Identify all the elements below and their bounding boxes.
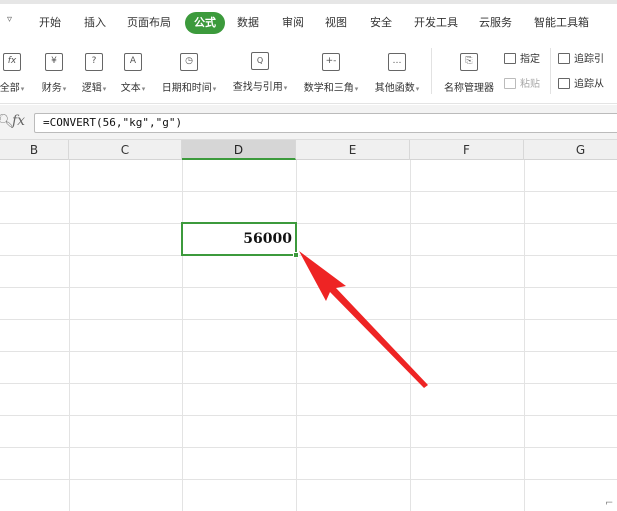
ribbon-math-trig[interactable]: +- 数学和三角▾ bbox=[299, 48, 363, 94]
ribbon-trace-precedents-label: 追踪引 bbox=[574, 54, 604, 65]
ribbon-all-label: 全部 bbox=[0, 83, 20, 94]
cell-value: 56000 bbox=[243, 231, 292, 247]
ribbon-trace-precedents-button[interactable]: 追踪引 bbox=[558, 50, 604, 65]
ribbon-lookup-reference[interactable]: Q 查找与引用▾ bbox=[228, 48, 292, 93]
ribbon-paste-button[interactable]: 粘贴 bbox=[504, 75, 540, 90]
ribbon-text[interactable]: A 文本▾ bbox=[115, 48, 151, 94]
column-header-e[interactable]: E bbox=[296, 140, 410, 160]
cell-grid[interactable]: 56000 bbox=[0, 160, 617, 511]
ribbon-date-time-label: 日期和时间 bbox=[161, 83, 212, 94]
ribbon-financial[interactable]: ¥ 财务▾ bbox=[36, 48, 72, 94]
ribbon-text-label: 文本 bbox=[120, 83, 141, 94]
grid-line bbox=[0, 351, 617, 352]
grid-line bbox=[0, 447, 617, 448]
magnifier-icon: Q bbox=[251, 52, 269, 70]
menu-tab-page-layout[interactable]: 页面布局 bbox=[127, 12, 171, 34]
name-manager-icon: ⎘ bbox=[460, 53, 478, 71]
fx-icon: fx bbox=[3, 53, 21, 71]
ribbon-specify-button[interactable]: 指定 bbox=[504, 50, 540, 65]
menu-tab-security[interactable]: 安全 bbox=[370, 12, 392, 34]
spreadsheet-window: ▿ 开始 插入 页面布局 公式 数据 审阅 视图 安全 开发工具 云服务 智能工… bbox=[0, 0, 617, 511]
resize-corner-icon: ⌐ bbox=[605, 498, 614, 509]
ribbon-financial-label: 财务 bbox=[41, 83, 62, 94]
table-icon bbox=[504, 53, 516, 64]
trace-precedents-icon bbox=[558, 53, 570, 64]
yen-icon: ¥ bbox=[45, 53, 63, 71]
grid-line bbox=[296, 160, 297, 511]
menu-tab-cloud[interactable]: 云服务 bbox=[479, 12, 512, 34]
grid-line bbox=[0, 479, 617, 480]
window-top-strip bbox=[0, 0, 617, 4]
column-headers: B C D E F G bbox=[0, 140, 617, 160]
menu-tab-developer[interactable]: 开发工具 bbox=[414, 12, 458, 34]
ribbon-name-manager[interactable]: ⎘ 名称管理器 bbox=[440, 48, 498, 94]
text-a-icon: A bbox=[124, 53, 142, 71]
ribbon-specify-label: 指定 bbox=[520, 54, 540, 65]
active-cell-d[interactable]: 56000 bbox=[181, 222, 297, 256]
trace-dependents-icon bbox=[558, 78, 570, 89]
fx-icon[interactable]: fx bbox=[12, 113, 25, 129]
ribbon-math-label: 数学和三角 bbox=[303, 83, 354, 94]
menu-tab-smart-toolbox[interactable]: 智能工具箱 bbox=[534, 12, 589, 34]
ribbon-trace-dependents-button[interactable]: 追踪从 bbox=[558, 75, 604, 90]
ribbon-logical-label: 逻辑 bbox=[81, 83, 102, 94]
ribbon-more-label: 其他函数 bbox=[374, 83, 415, 94]
menu-tab-home[interactable]: 开始 bbox=[39, 12, 61, 34]
ribbon-separator bbox=[550, 48, 551, 94]
grid-line bbox=[0, 223, 617, 224]
grid-line bbox=[182, 160, 183, 511]
grid-line bbox=[410, 160, 411, 511]
ribbon-logical[interactable]: ? 逻辑▾ bbox=[76, 48, 112, 94]
formula-bar: 🔍︎ fx =CONVERT(56,"kg","g") bbox=[0, 105, 617, 140]
ribbon-separator bbox=[431, 48, 432, 94]
question-icon: ? bbox=[85, 53, 103, 71]
menu-tab-view[interactable]: 视图 bbox=[325, 12, 347, 34]
column-header-b[interactable]: B bbox=[0, 140, 69, 160]
menu-tab-formulas[interactable]: 公式 bbox=[185, 12, 225, 34]
grid-line bbox=[0, 191, 617, 192]
grid-line bbox=[0, 383, 617, 384]
grid-line bbox=[0, 415, 617, 416]
column-header-f[interactable]: F bbox=[410, 140, 524, 160]
column-header-d[interactable]: D bbox=[182, 140, 296, 160]
plus-minus-icon: +- bbox=[322, 53, 340, 71]
grid-line bbox=[69, 160, 70, 511]
fill-handle[interactable] bbox=[293, 252, 299, 258]
grid-line bbox=[0, 255, 617, 256]
formula-input[interactable]: =CONVERT(56,"kg","g") bbox=[34, 113, 617, 133]
ribbon-date-time[interactable]: ◷ 日期和时间▾ bbox=[157, 48, 221, 94]
column-header-c[interactable]: C bbox=[69, 140, 182, 160]
menu-tab-insert[interactable]: 插入 bbox=[84, 12, 106, 34]
column-header-g[interactable]: G bbox=[524, 140, 617, 160]
ellipsis-icon: … bbox=[388, 53, 406, 71]
menu-tab-data[interactable]: 数据 bbox=[237, 12, 259, 34]
formula-ribbon: fx 全部▾ ¥ 财务▾ ? 逻辑▾ A 文本▾ ◷ 日期和时间▾ Q 查找与引… bbox=[0, 40, 617, 104]
paste-icon bbox=[504, 78, 516, 89]
ribbon-more-functions[interactable]: … 其他函数▾ bbox=[370, 48, 424, 94]
grid-line bbox=[524, 160, 525, 511]
ribbon-lookup-label: 查找与引用 bbox=[232, 82, 283, 93]
ribbon-paste-label: 粘贴 bbox=[520, 79, 540, 90]
menu-bar: ▿ 开始 插入 页面布局 公式 数据 审阅 视图 安全 开发工具 云服务 智能工… bbox=[0, 0, 617, 40]
chevron-down-icon[interactable]: ▿ bbox=[7, 14, 12, 25]
ribbon-trace-dependents-label: 追踪从 bbox=[574, 79, 604, 90]
ribbon-name-manager-label: 名称管理器 bbox=[444, 83, 494, 94]
ribbon-all-functions[interactable]: fx 全部▾ bbox=[0, 48, 30, 94]
clock-icon: ◷ bbox=[180, 53, 198, 71]
grid-line bbox=[0, 287, 617, 288]
grid-line bbox=[0, 319, 617, 320]
menu-tab-review[interactable]: 审阅 bbox=[282, 12, 304, 34]
